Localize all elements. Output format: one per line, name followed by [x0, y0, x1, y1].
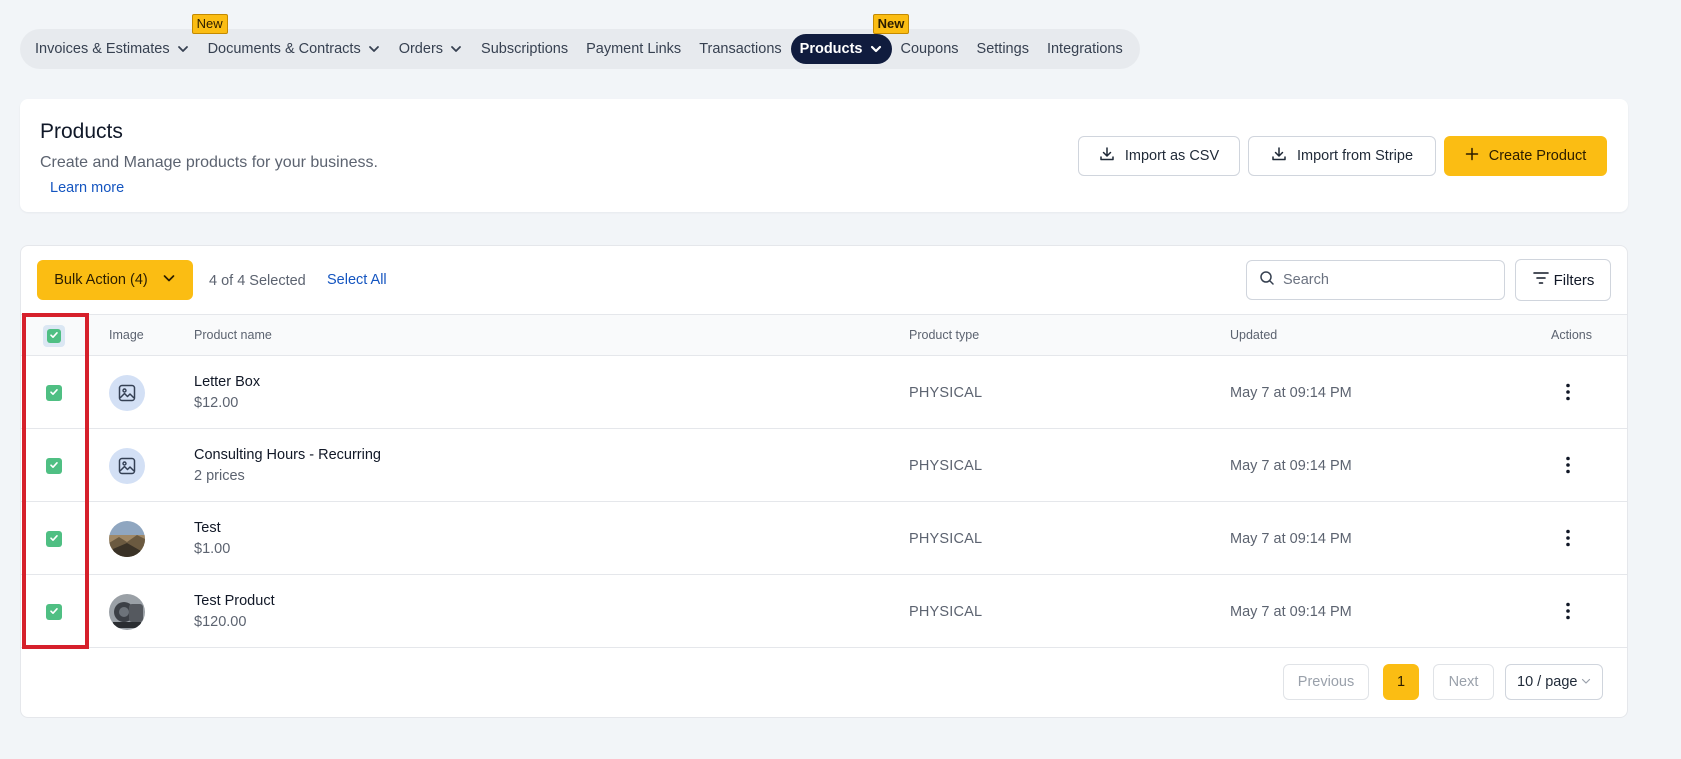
row-checkbox[interactable] — [46, 531, 62, 547]
chevron-down-icon — [367, 42, 381, 56]
product-thumbnail — [109, 521, 145, 557]
check-icon — [49, 384, 59, 402]
products-table-card: Bulk Action (4) 4 of 4 Selected Select A… — [20, 245, 1628, 718]
next-page-button[interactable]: Next — [1433, 664, 1494, 700]
product-price: $120.00 — [194, 614, 247, 630]
products-header-card: Products Create and Manage products for … — [20, 99, 1628, 212]
learn-more-link[interactable]: Learn more — [50, 180, 124, 196]
column-header-updated: Updated — [1230, 328, 1278, 342]
table-row[interactable]: Letter Box $12.00 PHYSICAL May 7 at 09:1… — [21, 356, 1627, 429]
filter-icon — [1532, 270, 1550, 290]
new-badge: New — [872, 14, 910, 34]
nav-item-orders[interactable]: Orders — [390, 34, 472, 64]
product-type: PHYSICAL — [909, 531, 983, 547]
check-icon — [49, 530, 59, 548]
search-icon — [1259, 270, 1275, 291]
import-stripe-button[interactable]: Import from Stripe — [1248, 136, 1436, 176]
table-row[interactable]: Consulting Hours - Recurring 2 prices PH… — [21, 429, 1627, 502]
check-icon — [49, 457, 59, 475]
column-header-image: Image — [109, 328, 144, 342]
search-box[interactable] — [1246, 260, 1505, 300]
top-navigation: Invoices & Estimates New Documents & Con… — [20, 14, 1140, 69]
nav-item-coupons[interactable]: Coupons — [892, 34, 968, 64]
chevron-down-icon — [1581, 674, 1591, 690]
product-type: PHYSICAL — [909, 385, 983, 401]
more-vertical-icon[interactable] — [1558, 382, 1578, 402]
previous-page-button[interactable]: Previous — [1283, 664, 1369, 700]
nav-item-transactions[interactable]: Transactions — [690, 34, 790, 64]
search-input[interactable] — [1281, 271, 1485, 289]
current-page-button[interactable]: 1 — [1383, 664, 1419, 700]
page-title: Products — [40, 120, 123, 143]
updated-at: May 7 at 09:14 PM — [1230, 385, 1352, 401]
product-type: PHYSICAL — [909, 458, 983, 474]
product-name[interactable]: Consulting Hours - Recurring — [194, 447, 381, 463]
nav-item-products[interactable]: New Products — [790, 14, 910, 64]
filters-button[interactable]: Filters — [1515, 259, 1611, 301]
nav-item-subscriptions[interactable]: Subscriptions — [472, 34, 577, 64]
product-price: $1.00 — [194, 541, 231, 557]
product-price: 2 prices — [194, 468, 245, 484]
updated-at: May 7 at 09:14 PM — [1230, 531, 1352, 547]
table-header: Image Product name Product type Updated … — [21, 314, 1627, 356]
import-csv-button[interactable]: Import as CSV — [1078, 136, 1240, 176]
product-price: $12.00 — [194, 395, 239, 411]
nav-item-settings[interactable]: Settings — [968, 34, 1038, 64]
more-vertical-icon[interactable] — [1558, 601, 1578, 621]
product-name[interactable]: Letter Box — [194, 374, 260, 390]
column-header-actions: Actions — [1551, 328, 1592, 342]
product-name[interactable]: Test — [194, 520, 221, 536]
column-header-product-type: Product type — [909, 328, 980, 342]
bulk-action-button[interactable]: Bulk Action (4) — [37, 260, 193, 300]
select-all-checkbox[interactable] — [43, 325, 65, 347]
selected-count: 4 of 4 Selected — [209, 273, 306, 289]
new-badge: New — [191, 14, 228, 34]
product-name[interactable]: Test Product — [194, 593, 275, 609]
plus-icon — [1465, 147, 1479, 165]
chevron-down-icon — [869, 42, 883, 56]
row-checkbox[interactable] — [46, 385, 62, 401]
image-placeholder-icon — [109, 448, 145, 484]
column-header-product-name: Product name — [194, 328, 272, 342]
updated-at: May 7 at 09:14 PM — [1230, 604, 1352, 620]
more-vertical-icon[interactable] — [1558, 455, 1578, 475]
image-placeholder-icon — [109, 375, 145, 411]
download-icon — [1271, 146, 1287, 166]
chevron-down-icon — [176, 42, 190, 56]
product-thumbnail — [109, 594, 145, 630]
product-type: PHYSICAL — [909, 604, 983, 620]
more-vertical-icon[interactable] — [1558, 528, 1578, 548]
nav-item-invoices-estimates[interactable]: Invoices & Estimates — [26, 34, 199, 64]
row-checkbox[interactable] — [46, 458, 62, 474]
nav-item-payment-links[interactable]: Payment Links — [577, 34, 690, 64]
create-product-button[interactable]: Create Product — [1444, 136, 1607, 176]
check-icon — [49, 603, 59, 621]
download-icon — [1099, 146, 1115, 166]
table-row[interactable]: Test $1.00 PHYSICAL May 7 at 09:14 PM — [21, 502, 1627, 575]
chevron-down-icon — [449, 42, 463, 56]
check-icon — [49, 327, 59, 345]
checkbox-checked — [47, 329, 61, 343]
nav-item-documents-contracts[interactable]: New Documents & Contracts — [191, 14, 390, 64]
table-row[interactable]: Test Product $120.00 PHYSICAL May 7 at 0… — [21, 575, 1627, 648]
page-size-select[interactable]: 10 / page — [1505, 664, 1603, 700]
nav-item-integrations[interactable]: Integrations — [1038, 34, 1132, 64]
page-subtitle: Create and Manage products for your busi… — [40, 154, 378, 171]
chevron-down-icon — [162, 271, 176, 289]
row-checkbox[interactable] — [46, 604, 62, 620]
select-all-link[interactable]: Select All — [327, 272, 387, 288]
updated-at: May 7 at 09:14 PM — [1230, 458, 1352, 474]
